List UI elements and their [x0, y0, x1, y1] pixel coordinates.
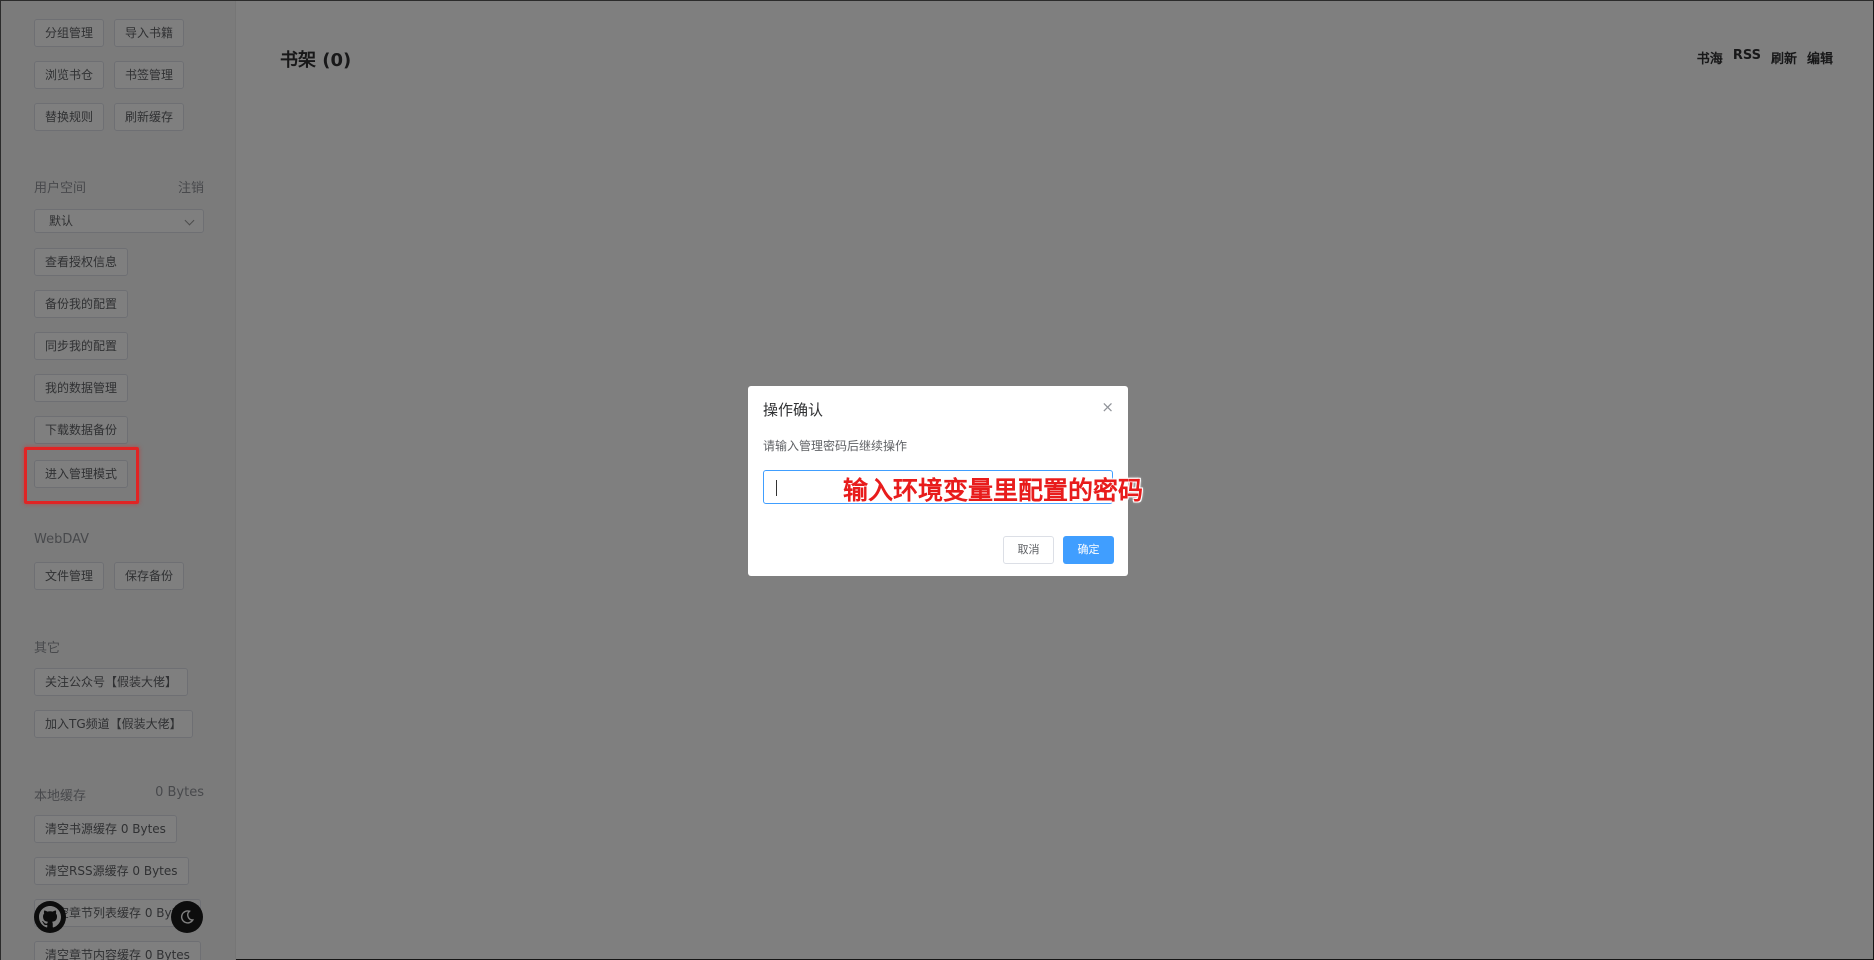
text-caret — [776, 480, 777, 496]
dialog-message: 请输入管理密码后继续操作 — [763, 439, 908, 453]
cancel-button[interactable]: 取消 — [1003, 536, 1054, 564]
confirm-button[interactable]: 确定 — [1063, 536, 1114, 564]
annotation-text: 输入环境变量里配置的密码 — [843, 476, 1144, 505]
highlight-box — [24, 447, 139, 504]
dialog-title: 操作确认 — [763, 401, 824, 419]
close-icon[interactable]: × — [1101, 398, 1114, 416]
